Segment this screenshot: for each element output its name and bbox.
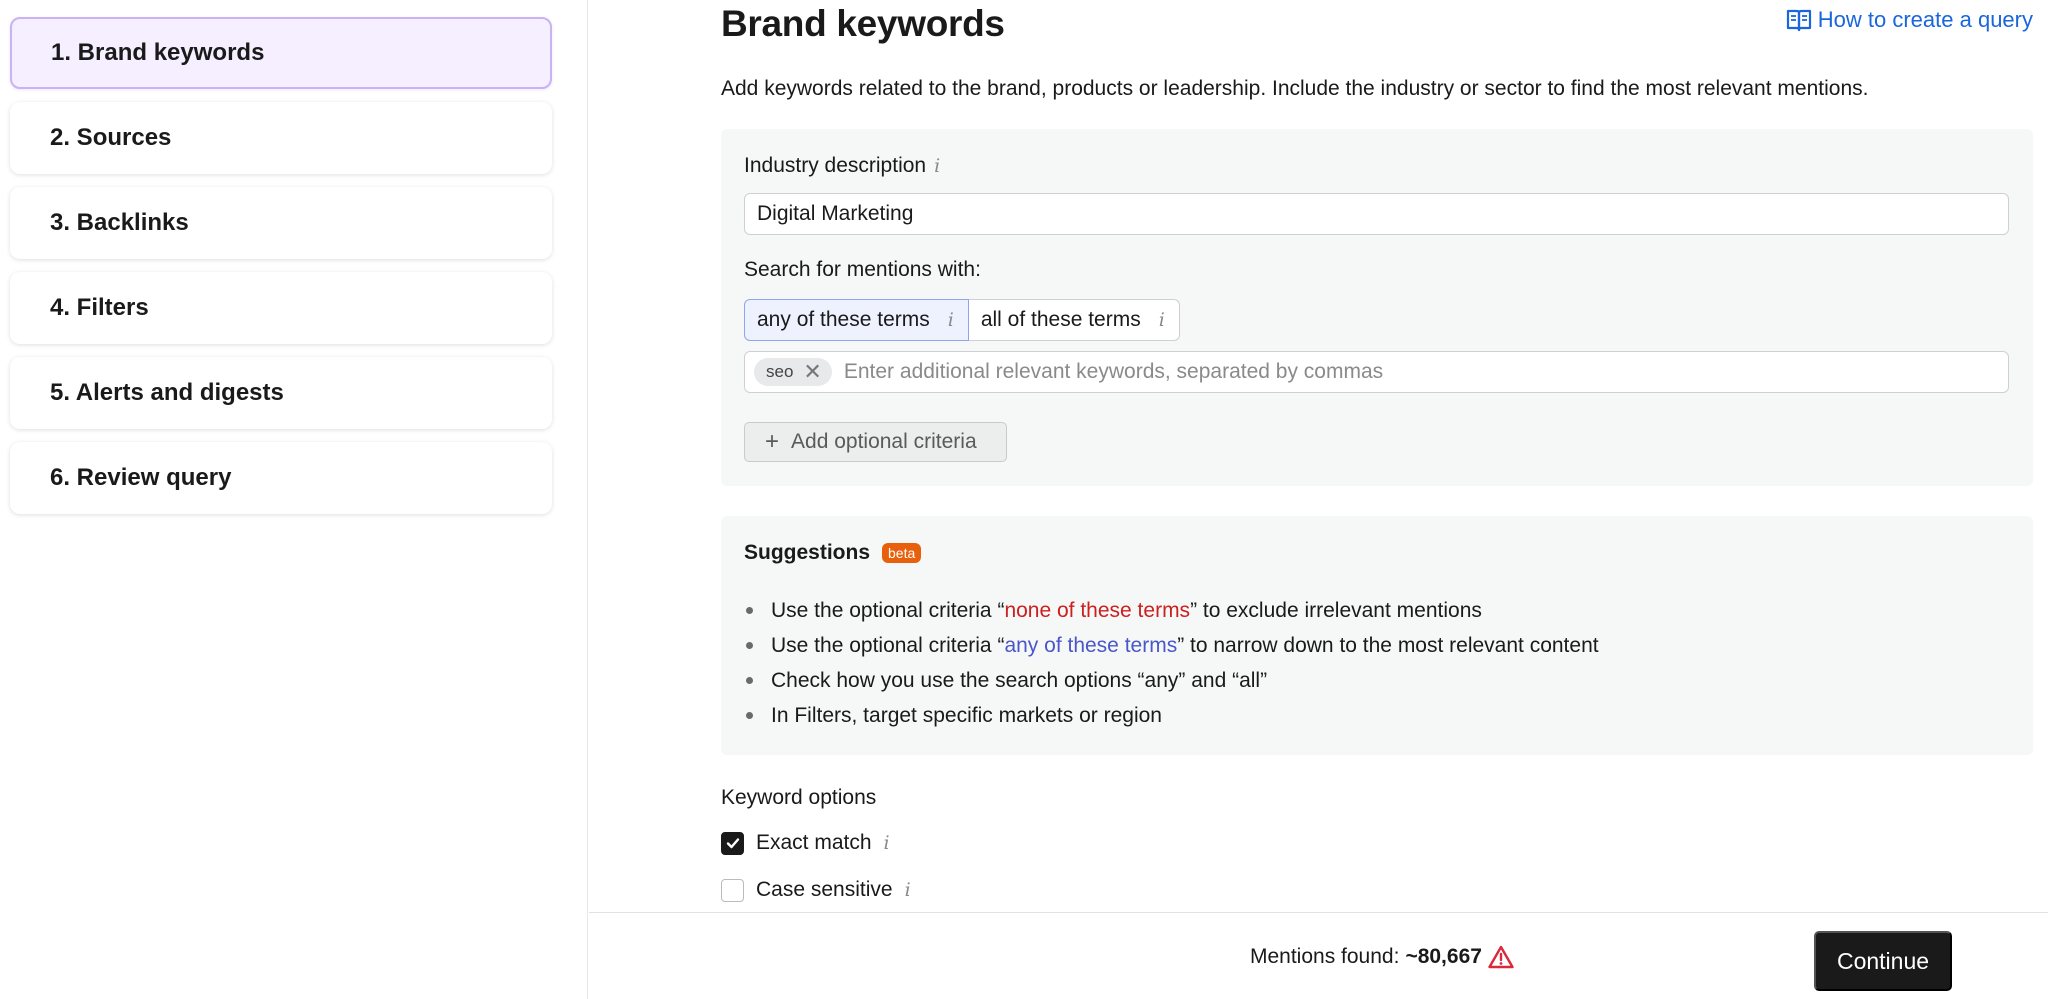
keyword-options-title: Keyword options [721, 786, 877, 809]
exact-match-label: Exact match [756, 831, 872, 854]
mentions-count: ~80,667 [1405, 945, 1482, 968]
step-sources[interactable]: 2. Sources [10, 102, 552, 174]
keyword-tag-label: seo [766, 362, 794, 381]
page-description: Add keywords related to the brand, produ… [721, 77, 1869, 100]
step-alerts-and-digests[interactable]: 5. Alerts and digests [10, 357, 552, 429]
all-of-these-terms-option[interactable]: all of these terms i [968, 299, 1180, 341]
industry-value: Digital Marketing [757, 202, 914, 225]
mentions-found: Mentions found: ~80,667 [1250, 945, 1514, 969]
close-icon[interactable]: ✕ [803, 361, 821, 383]
add-criteria-label: Add optional criteria [791, 430, 977, 453]
suggestions-list: Use the optional criteria “none of these… [744, 593, 1599, 733]
all-terms-label: all of these terms [980, 308, 1141, 331]
step-filters[interactable]: 4. Filters [10, 272, 552, 344]
search-mode-label-text: Search for mentions with: [744, 258, 981, 281]
footer-bar: Mentions found: ~80,667 Continue [589, 912, 2048, 999]
continue-button[interactable]: Continue [1814, 931, 1952, 991]
query-panel: Industry description i Digital Marketing… [721, 129, 2033, 486]
checkmark-icon [726, 838, 739, 849]
page-title: Brand keywords [721, 3, 1005, 44]
step-backlinks[interactable]: 3. Backlinks [10, 187, 552, 259]
case-sensitive-option[interactable]: Case sensitive i [721, 878, 911, 902]
keyword-tag: seo ✕ [754, 358, 832, 386]
suggestion-highlight: none of these terms [1004, 599, 1191, 622]
industry-description-input[interactable]: Digital Marketing [744, 193, 2009, 235]
suggestions-header: Suggestions beta [744, 541, 922, 565]
open-book-icon [1786, 9, 1811, 32]
add-optional-criteria-button[interactable]: + Add optional criteria [744, 422, 1007, 462]
plus-icon: + [765, 428, 780, 455]
suggestion-item: Use the optional criteria “any of these … [744, 628, 1599, 663]
info-icon[interactable]: i [948, 309, 954, 331]
info-icon[interactable]: i [905, 879, 911, 901]
any-terms-label: any of these terms [757, 308, 930, 331]
step-review-query[interactable]: 6. Review query [10, 442, 552, 514]
suggestions-title: Suggestions [744, 541, 871, 564]
beta-badge: beta [882, 543, 922, 563]
info-icon[interactable]: i [934, 155, 940, 177]
suggestion-item: Use the optional criteria “none of these… [744, 593, 1599, 628]
how-to-create-query-link[interactable]: How to create a query [1786, 7, 2033, 33]
industry-label-text: Industry description [744, 154, 927, 177]
keywords-input[interactable]: seo ✕ Enter additional relevant keywords… [744, 351, 2009, 393]
step-brand-keywords[interactable]: 1. Brand keywords [10, 17, 552, 89]
info-icon[interactable]: i [884, 832, 890, 854]
search-mode-toggle: any of these terms i all of these terms … [744, 299, 1180, 341]
suggestions-panel: Suggestions beta Use the optional criter… [721, 516, 2033, 755]
mentions-label: Mentions found: [1250, 945, 1400, 968]
main-content: Brand keywords How to create a query Add… [589, 0, 2048, 999]
info-icon[interactable]: i [1159, 309, 1165, 331]
suggestion-highlight: any of these terms [1004, 634, 1178, 657]
case-sensitive-checkbox[interactable] [721, 878, 744, 902]
exact-match-checkbox[interactable] [721, 831, 744, 855]
steps-sidebar: 1. Brand keywords 2. Sources 3. Backlink… [0, 0, 588, 999]
suggestion-text: In Filters, target specific markets or r… [771, 704, 1162, 727]
warning-triangle-icon[interactable] [1488, 945, 1514, 969]
industry-description-label: Industry description i [744, 154, 940, 178]
suggestion-text: Check how you use the search options “an… [771, 669, 1268, 692]
case-sensitive-label: Case sensitive [756, 878, 893, 901]
suggestion-pre: Use the optional criteria “ [771, 599, 1005, 622]
exact-match-option[interactable]: Exact match i [721, 831, 890, 855]
any-of-these-terms-option[interactable]: any of these terms i [744, 299, 969, 341]
suggestion-post: ” to narrow down to the most relevant co… [1177, 634, 1599, 657]
suggestion-item: Check how you use the search options “an… [744, 663, 1599, 698]
suggestion-item: In Filters, target specific markets or r… [744, 698, 1599, 733]
how-to-link-label[interactable]: How to create a query [1818, 7, 2033, 33]
search-mode-label: Search for mentions with: [744, 258, 981, 282]
keywords-placeholder: Enter additional relevant keywords, sepa… [843, 360, 1384, 383]
suggestion-post: ” to exclude irrelevant mentions [1190, 599, 1482, 622]
suggestion-pre: Use the optional criteria “ [771, 634, 1005, 657]
